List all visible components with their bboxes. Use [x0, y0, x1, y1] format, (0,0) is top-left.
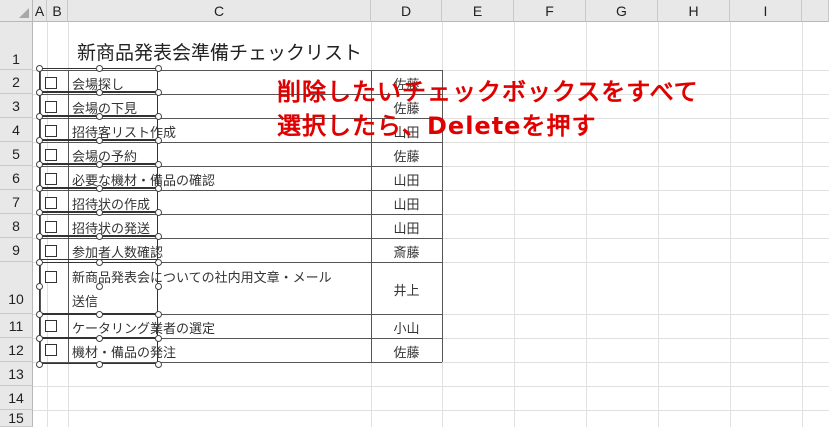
resize-handle[interactable] [36, 161, 43, 168]
col-header-i[interactable]: I [730, 0, 802, 22]
sheet-title[interactable]: 新商品発表会準備チェックリスト [77, 38, 362, 65]
resize-handle[interactable] [155, 65, 162, 72]
resize-handle[interactable] [155, 137, 162, 144]
resize-handle[interactable] [96, 259, 103, 266]
resize-handle[interactable] [155, 161, 162, 168]
person-cell[interactable]: 斎藤 [371, 242, 442, 261]
resize-handle[interactable] [36, 209, 43, 216]
resize-handle[interactable] [36, 361, 43, 368]
row-header-6[interactable]: 6 [0, 166, 33, 190]
gridline [33, 410, 829, 411]
col-header-d[interactable]: D [371, 0, 442, 22]
resize-handle[interactable] [36, 311, 43, 318]
resize-handle[interactable] [96, 233, 103, 240]
person-cell[interactable]: 山田 [371, 170, 442, 189]
col-header-b[interactable]: B [47, 0, 68, 22]
resize-handle[interactable] [36, 113, 43, 120]
row-header-13[interactable]: 13 [0, 362, 33, 386]
row-header-9[interactable]: 9 [0, 238, 33, 262]
gridline [33, 386, 829, 387]
resize-handle[interactable] [36, 137, 43, 144]
person-cell[interactable]: 佐藤 [371, 146, 442, 165]
resize-handle[interactable] [96, 361, 103, 368]
resize-handle[interactable] [36, 185, 43, 192]
col-header-f[interactable]: F [514, 0, 586, 22]
resize-handle[interactable] [155, 185, 162, 192]
row-header-4[interactable]: 4 [0, 118, 33, 142]
instruction-callout-line2: 選択したら、Deleteを押す [277, 112, 597, 140]
gridline [802, 22, 803, 427]
instruction-callout-line1: 削除したいチェックボックスをすべて [277, 78, 699, 106]
spreadsheet[interactable]: A B C D E F G H I 1 2 3 4 5 6 7 8 9 10 1… [0, 0, 829, 427]
resize-handle[interactable] [96, 283, 103, 290]
row-header-5[interactable]: 5 [0, 142, 33, 166]
col-header-a[interactable]: A [33, 0, 47, 22]
resize-handle[interactable] [155, 283, 162, 290]
row-header-15[interactable]: 15 [0, 410, 33, 427]
resize-handle[interactable] [96, 89, 103, 96]
resize-handle[interactable] [155, 361, 162, 368]
resize-handle[interactable] [96, 137, 103, 144]
resize-handle[interactable] [155, 335, 162, 342]
row-header-1[interactable]: 1 [0, 22, 33, 70]
col-header-g[interactable]: G [586, 0, 658, 22]
resize-handle[interactable] [96, 311, 103, 318]
select-all-corner[interactable] [0, 0, 33, 22]
resize-handle[interactable] [155, 259, 162, 266]
person-cell[interactable]: 佐藤 [371, 342, 442, 361]
resize-handle[interactable] [155, 113, 162, 120]
row-header-12[interactable]: 12 [0, 338, 33, 362]
resize-handle[interactable] [96, 335, 103, 342]
resize-handle[interactable] [96, 161, 103, 168]
resize-handle[interactable] [36, 335, 43, 342]
col-header-c[interactable]: C [68, 0, 371, 22]
resize-handle[interactable] [96, 209, 103, 216]
resize-handle[interactable] [36, 233, 43, 240]
resize-handle[interactable] [96, 185, 103, 192]
resize-handle[interactable] [36, 89, 43, 96]
resize-handle[interactable] [96, 65, 103, 72]
resize-handle[interactable] [155, 209, 162, 216]
resize-handle[interactable] [155, 233, 162, 240]
resize-handle[interactable] [36, 283, 43, 290]
row-header-8[interactable]: 8 [0, 214, 33, 238]
row-header-3[interactable]: 3 [0, 94, 33, 118]
row-header-2[interactable]: 2 [0, 70, 33, 94]
gridline [730, 22, 731, 427]
col-header-e[interactable]: E [442, 0, 514, 22]
person-cell[interactable]: 小山 [371, 318, 442, 337]
person-cell[interactable]: 井上 [371, 280, 442, 299]
resize-handle[interactable] [36, 259, 43, 266]
resize-handle[interactable] [155, 311, 162, 318]
row-header-7[interactable]: 7 [0, 190, 33, 214]
col-header-h[interactable]: H [658, 0, 730, 22]
row-header-10[interactable]: 10 [0, 262, 33, 314]
resize-handle[interactable] [36, 65, 43, 72]
resize-handle[interactable] [96, 113, 103, 120]
row-header-14[interactable]: 14 [0, 386, 33, 410]
person-cell[interactable]: 山田 [371, 218, 442, 237]
person-cell[interactable]: 山田 [371, 194, 442, 213]
resize-handle[interactable] [155, 89, 162, 96]
row-header-11[interactable]: 11 [0, 314, 33, 338]
col-header-filler [802, 0, 829, 22]
